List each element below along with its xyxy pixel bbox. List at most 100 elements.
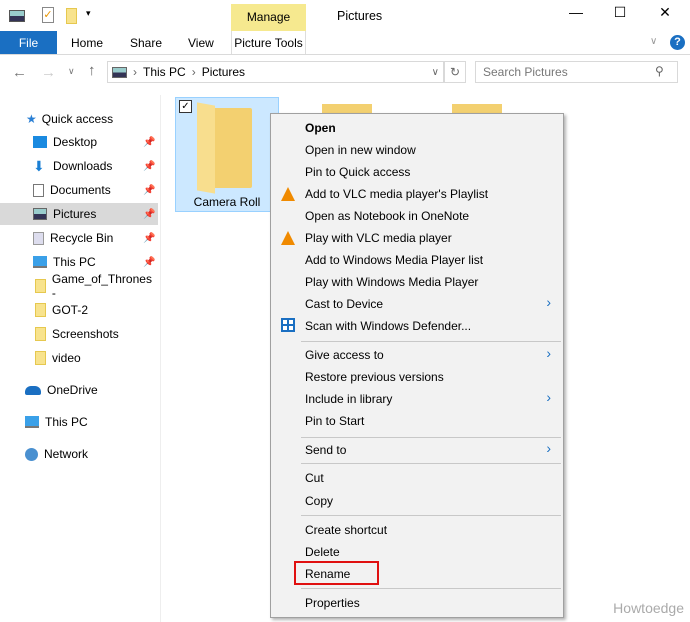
windows-defender-icon bbox=[281, 318, 295, 332]
sidebar-quick-access[interactable]: ★ Quick access bbox=[26, 108, 156, 130]
search-icon: ⚲ bbox=[655, 64, 664, 78]
menu-item-restore-previous-versions[interactable]: Restore previous versions bbox=[305, 368, 444, 386]
search-input[interactable]: Search Pictures bbox=[475, 61, 678, 83]
recycle-bin-icon bbox=[33, 231, 44, 245]
menu-separator bbox=[301, 437, 561, 438]
help-icon[interactable]: ? bbox=[670, 35, 685, 50]
menu-separator bbox=[301, 463, 561, 464]
sidebar-item-got-2[interactable]: GOT-2 bbox=[0, 299, 158, 321]
tab-home[interactable]: Home bbox=[71, 31, 103, 55]
breadcrumb-this-pc[interactable]: This PC bbox=[143, 65, 186, 79]
file-item-camera-roll[interactable]: ✓ Camera Roll bbox=[175, 97, 279, 212]
pin-icon[interactable]: 📌 bbox=[143, 233, 155, 244]
menu-item-create-shortcut[interactable]: Create shortcut bbox=[305, 521, 387, 539]
sidebar-item-downloads[interactable]: ⬇ Downloads 📌 bbox=[0, 155, 158, 177]
qat-dropdown-icon[interactable]: ▾ bbox=[86, 8, 91, 19]
maximize-button[interactable]: ☐ bbox=[610, 4, 630, 21]
refresh-button[interactable]: ↻ bbox=[444, 61, 466, 83]
sidebar-item-desktop[interactable]: Desktop 📌 bbox=[0, 131, 158, 153]
pane-divider bbox=[160, 95, 161, 622]
sidebar-item-game-of-thrones[interactable]: Game_of_Thrones - bbox=[0, 272, 158, 300]
breadcrumb-pictures[interactable]: Pictures bbox=[202, 65, 245, 79]
submenu-arrow-icon: › bbox=[546, 294, 551, 310]
menu-item-play-with-windows-media-player[interactable]: Play with Windows Media Player bbox=[305, 273, 478, 291]
menu-separator bbox=[301, 341, 561, 342]
menu-item-add-to-vlc-media-player-s-playlist[interactable]: Add to VLC media player's Playlist bbox=[305, 185, 488, 203]
ribbon-divider bbox=[0, 54, 690, 55]
ribbon-expand-icon[interactable]: ∨ bbox=[650, 36, 657, 47]
sidebar-item-pictures[interactable]: Pictures 📌 bbox=[0, 203, 158, 225]
vlc-icon bbox=[281, 231, 295, 245]
folder-icon bbox=[35, 351, 46, 365]
checkbox-icon[interactable]: ✓ bbox=[179, 100, 192, 113]
folder-icon bbox=[35, 279, 46, 293]
sidebar-item-video[interactable]: video bbox=[0, 347, 158, 369]
menu-separator bbox=[301, 515, 561, 516]
sidebar-network[interactable]: Network bbox=[0, 443, 158, 465]
pin-icon[interactable]: 📌 bbox=[143, 257, 155, 268]
sidebar-item-screenshots[interactable]: Screenshots bbox=[0, 323, 158, 345]
menu-item-open-in-new-window[interactable]: Open in new window bbox=[305, 141, 416, 159]
recent-dropdown-icon[interactable]: ∨ bbox=[68, 66, 75, 77]
rename-highlight bbox=[294, 561, 379, 585]
menu-item-cut[interactable]: Cut bbox=[305, 469, 324, 487]
menu-item-properties[interactable]: Properties bbox=[305, 594, 360, 612]
menu-item-delete[interactable]: Delete bbox=[305, 543, 340, 561]
desktop-icon bbox=[33, 136, 47, 148]
sidebar-item-this-pc[interactable]: This PC 📌 bbox=[0, 251, 158, 273]
forward-button[interactable]: → bbox=[41, 64, 56, 81]
pictures-location-icon bbox=[112, 66, 127, 78]
minimize-button[interactable]: — bbox=[566, 4, 586, 20]
onedrive-icon bbox=[25, 385, 41, 395]
folder-flap-icon bbox=[197, 102, 215, 194]
address-bar[interactable]: › This PC › Pictures ∨ bbox=[107, 61, 444, 83]
menu-separator bbox=[301, 588, 561, 589]
folder-icon bbox=[35, 303, 46, 317]
menu-item-scan-with-windows-defender[interactable]: Scan with Windows Defender... bbox=[305, 317, 471, 335]
menu-item-add-to-windows-media-player-list[interactable]: Add to Windows Media Player list bbox=[305, 251, 483, 269]
context-menu: › › › › Open Open in new window Pin to Qui… bbox=[270, 113, 564, 618]
back-button[interactable]: ← bbox=[12, 64, 27, 81]
download-icon: ⬇ bbox=[33, 158, 45, 174]
close-button[interactable]: ✕ bbox=[655, 4, 675, 21]
pin-icon[interactable]: 📌 bbox=[143, 209, 155, 220]
sidebar-onedrive[interactable]: OneDrive bbox=[0, 379, 158, 401]
menu-item-open[interactable]: Open bbox=[305, 119, 336, 137]
breadcrumb-separator-icon: › bbox=[133, 65, 137, 79]
menu-item-pin-to-quick-access[interactable]: Pin to Quick access bbox=[305, 163, 410, 181]
star-icon: ★ bbox=[26, 112, 37, 126]
menu-item-give-access-to[interactable]: Give access to bbox=[305, 346, 384, 364]
document-icon bbox=[33, 183, 44, 197]
qat-properties-icon[interactable] bbox=[9, 10, 25, 22]
sidebar-item-recycle-bin[interactable]: Recycle Bin 📌 bbox=[0, 227, 158, 249]
address-dropdown-icon[interactable]: ∨ bbox=[432, 67, 439, 78]
menu-item-play-with-vlc-media-player[interactable]: Play with VLC media player bbox=[305, 229, 452, 247]
watermark: Howtoedge bbox=[613, 600, 684, 616]
network-icon bbox=[25, 447, 38, 461]
up-button[interactable]: ↑ bbox=[88, 62, 96, 79]
pin-icon[interactable]: 📌 bbox=[143, 185, 155, 196]
pin-icon[interactable]: 📌 bbox=[143, 161, 155, 172]
submenu-arrow-icon: › bbox=[546, 440, 551, 456]
sidebar-item-documents[interactable]: Documents 📌 bbox=[0, 179, 158, 201]
menu-item-open-as-notebook-in-onenote[interactable]: Open as Notebook in OneNote bbox=[305, 207, 469, 225]
menu-item-cast-to-device[interactable]: Cast to Device bbox=[305, 295, 383, 313]
menu-item-send-to[interactable]: Send to bbox=[305, 441, 346, 459]
tab-share[interactable]: Share bbox=[130, 31, 162, 55]
submenu-arrow-icon: › bbox=[546, 389, 551, 405]
file-name: Camera Roll bbox=[193, 195, 261, 209]
pin-icon[interactable]: 📌 bbox=[143, 137, 155, 148]
folder-icon bbox=[35, 327, 46, 341]
computer-icon bbox=[33, 256, 47, 268]
qat-checkmark-icon[interactable]: ✓ bbox=[42, 7, 54, 23]
tab-picture-tools[interactable]: Picture Tools bbox=[231, 31, 306, 55]
menu-item-include-in-library[interactable]: Include in library bbox=[305, 390, 392, 408]
menu-item-pin-to-start[interactable]: Pin to Start bbox=[305, 412, 364, 430]
submenu-arrow-icon: › bbox=[546, 345, 551, 361]
computer-icon bbox=[25, 416, 39, 428]
tab-file[interactable]: File bbox=[0, 31, 57, 55]
qat-new-folder-icon[interactable] bbox=[66, 8, 77, 24]
sidebar-this-pc[interactable]: This PC bbox=[0, 411, 158, 433]
tab-view[interactable]: View bbox=[188, 31, 214, 55]
menu-item-copy[interactable]: Copy bbox=[305, 492, 333, 510]
